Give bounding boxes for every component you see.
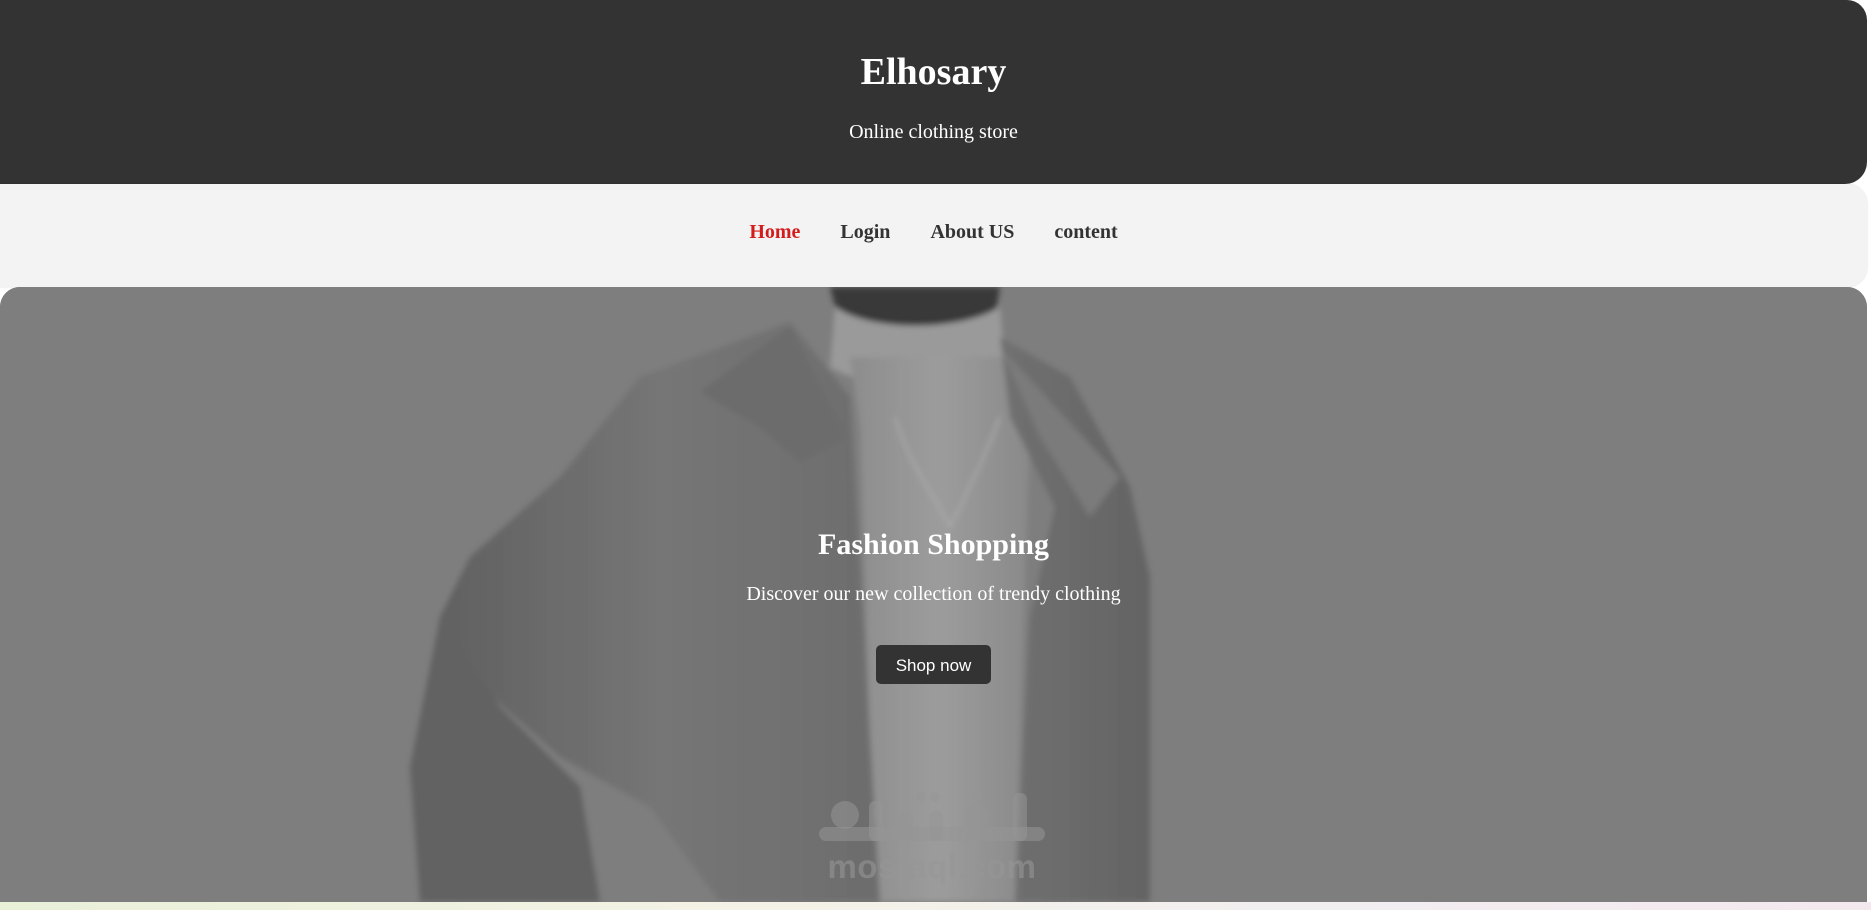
hero-text: Discover our new collection of trendy cl… <box>746 583 1121 605</box>
site-tagline: Online clothing store <box>849 121 1018 143</box>
site-header: Elhosary Online clothing store <box>0 0 1867 184</box>
mostaql-logo-icon <box>819 790 1045 841</box>
nav-item-login[interactable]: Login <box>840 219 890 245</box>
nav-item-home[interactable]: Home <box>749 219 800 245</box>
hero-title: Fashion Shopping <box>818 528 1049 561</box>
hero-banner: Fashion Shopping Discover our new collec… <box>0 287 1867 902</box>
main-nav: Home Login About US content <box>0 184 1867 287</box>
watermark-text: mostaql.com <box>827 848 1037 885</box>
hero-content: Fashion Shopping Discover our new collec… <box>0 527 1867 684</box>
site-title: Elhosary <box>860 51 1007 93</box>
shop-now-button[interactable]: Shop now <box>876 645 991 684</box>
page: Elhosary Online clothing store Home Logi… <box>0 0 1871 910</box>
nav-item-about-us[interactable]: About US <box>930 219 1014 245</box>
nav-list: Home Login About US content <box>0 219 1867 245</box>
mostaql-watermark: mostaql.com <box>812 787 1052 897</box>
bottom-strip <box>0 902 1871 910</box>
nav-item-content[interactable]: content <box>1054 219 1117 245</box>
